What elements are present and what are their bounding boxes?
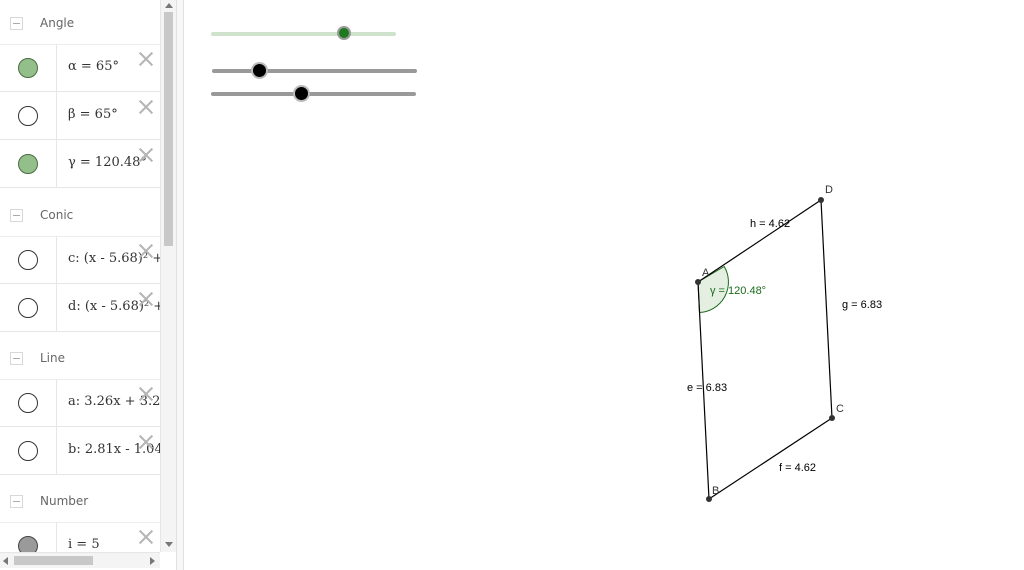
segment-label-g: g = 6.83 [842,299,882,311]
group-label: Angle [40,16,75,30]
group-number[interactable]: Number [0,478,160,523]
point-label-b: B [712,485,719,497]
visibility-toggle[interactable] [18,58,38,78]
marble-cell [0,379,57,426]
group-label: Number [40,494,89,508]
algebra-item-beta[interactable]: β = 65° [0,92,160,140]
scrollbar-thumb[interactable] [14,556,93,565]
segment-f[interactable] [708,417,833,500]
scroll-left-icon[interactable] [3,557,8,565]
algebra-item-conic-d[interactable]: d: (x - 5.68)² + (y [0,284,160,332]
scroll-up-icon[interactable] [165,3,173,8]
marble-cell [0,140,57,187]
segment-g[interactable] [820,199,833,419]
visibility-toggle[interactable] [18,154,38,174]
delete-icon[interactable] [138,386,154,402]
delete-icon[interactable] [138,51,154,67]
marble-cell [0,92,57,139]
horizontal-scrollbar[interactable] [0,552,160,568]
visibility-toggle[interactable] [18,298,38,318]
delete-icon[interactable] [138,434,154,450]
algebra-expression[interactable]: γ = 120.48° [68,155,147,170]
visibility-toggle[interactable] [18,441,38,461]
scroll-right-icon[interactable] [150,557,155,565]
marble-cell [0,427,57,474]
point-d[interactable] [818,197,824,203]
algebra-expression[interactable]: β = 65° [68,107,118,122]
collapse-minus-icon[interactable] [10,352,23,365]
collapse-minus-icon[interactable] [10,209,23,222]
delete-icon[interactable] [138,147,154,163]
group-label: Line [40,351,66,365]
algebra-item-alpha[interactable]: α = 65° [0,44,160,92]
scrollbar-thumb[interactable] [164,12,173,246]
visibility-toggle[interactable] [18,250,38,270]
angle-gamma-label: γ = 120.48° [710,285,766,297]
point-label-a: A [702,267,710,279]
algebra-item-gamma[interactable]: γ = 120.48° [0,140,160,188]
group-line[interactable]: Line [0,335,160,380]
construction-canvas[interactable]: A B C D h = 4.62 g = 6.83 e = 6.83 f = 4… [184,0,1024,570]
group-conic[interactable]: Conic [0,192,160,237]
algebra-item-line-b[interactable]: b: 2.81x - 1.04y [0,427,160,475]
collapse-minus-icon[interactable] [10,17,23,30]
algebra-item-line-a[interactable]: a: 3.26x + 3.22y [0,379,160,427]
marble-cell [0,236,57,283]
segment-label-f: f = 4.62 [779,462,816,474]
delete-icon[interactable] [138,529,154,545]
algebra-item-number-i[interactable]: i = 5 [0,522,160,552]
visibility-toggle[interactable] [18,106,38,126]
scroll-down-icon[interactable] [165,542,173,547]
algebra-view: Angle α = 65° β = 65° γ = 120.48° Conic … [0,0,160,552]
collapse-minus-icon[interactable] [10,495,23,508]
delete-icon[interactable] [138,291,154,307]
visibility-toggle[interactable] [18,536,38,552]
algebra-item-conic-c[interactable]: c: (x - 5.68)² + (y [0,236,160,284]
marble-cell [0,44,57,91]
point-a[interactable] [695,279,701,285]
marble-cell [0,284,57,331]
visibility-toggle[interactable] [18,393,38,413]
algebra-expression[interactable]: i = 5 [68,537,100,552]
point-c[interactable] [829,415,835,421]
group-label: Conic [40,208,74,222]
point-label-c: C [836,403,844,415]
group-angle[interactable]: Angle [0,0,160,45]
point-label-d: D [825,184,833,196]
view-splitter[interactable] [176,0,184,570]
vertical-scrollbar[interactable] [160,0,176,552]
graphics-view[interactable]: A B C D h = 4.62 g = 6.83 e = 6.83 f = 4… [184,0,1024,570]
segment-label-h: h = 4.62 [750,218,790,230]
delete-icon[interactable] [138,243,154,259]
segment-h[interactable] [697,199,822,283]
delete-icon[interactable] [138,99,154,115]
segment-label-e: e = 6.83 [687,382,727,394]
marble-cell [0,522,57,552]
algebra-expression[interactable]: α = 65° [68,59,119,74]
